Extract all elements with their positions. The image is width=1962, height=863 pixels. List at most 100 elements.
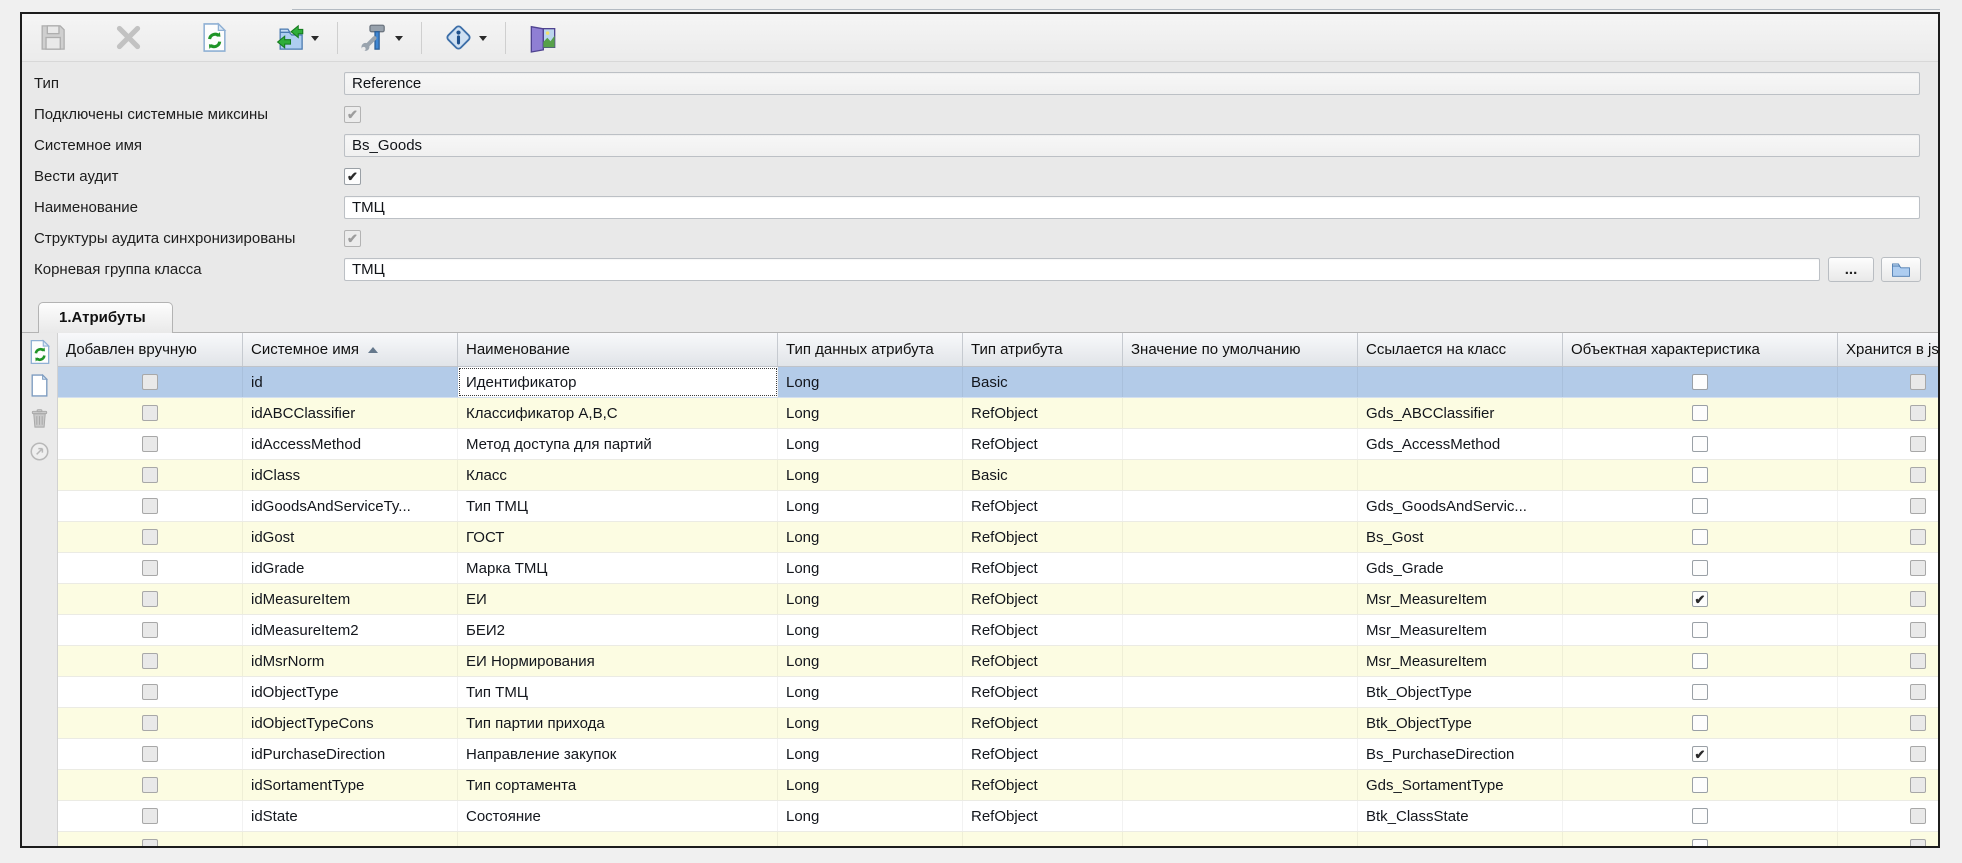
- stored-json-checkbox[interactable]: [1910, 839, 1926, 846]
- cell-default-value[interactable]: [1123, 398, 1358, 428]
- cell-object-char[interactable]: [1563, 398, 1838, 428]
- object-char-checkbox[interactable]: [1692, 684, 1708, 700]
- cell-attr-type[interactable]: RefObject: [963, 708, 1123, 738]
- manual-checkbox[interactable]: [142, 405, 158, 421]
- cell-data-type[interactable]: Long: [778, 429, 963, 459]
- cell-stored-json[interactable]: [1838, 677, 1938, 707]
- stored-json-checkbox[interactable]: [1910, 622, 1926, 638]
- cell-system-name[interactable]: id: [243, 367, 458, 397]
- object-char-checkbox[interactable]: [1692, 436, 1708, 452]
- column-header-5[interactable]: Значение по умолчанию: [1123, 333, 1358, 366]
- cell-manual[interactable]: [58, 801, 243, 831]
- object-char-checkbox[interactable]: [1692, 529, 1708, 545]
- cell-data-type[interactable]: Long: [778, 646, 963, 676]
- cell-data-type[interactable]: Long: [778, 770, 963, 800]
- object-char-checkbox[interactable]: [1692, 405, 1708, 421]
- cell-attr-type[interactable]: RefObject: [963, 491, 1123, 521]
- cell-ref-class[interactable]: [1358, 832, 1563, 846]
- object-char-checkbox[interactable]: [1692, 653, 1708, 669]
- cell-default-value[interactable]: [1123, 615, 1358, 645]
- object-char-checkbox[interactable]: [1692, 467, 1708, 483]
- cell-manual[interactable]: [58, 460, 243, 490]
- cell-name[interactable]: ГОСТ: [458, 522, 778, 552]
- cell-stored-json[interactable]: [1838, 832, 1938, 846]
- cell-stored-json[interactable]: [1838, 553, 1938, 583]
- cell-system-name[interactable]: idGrade: [243, 553, 458, 583]
- object-char-checkbox[interactable]: [1692, 808, 1708, 824]
- cell-default-value[interactable]: [1123, 646, 1358, 676]
- system-name-field[interactable]: Bs_Goods: [344, 134, 1920, 157]
- stored-json-checkbox[interactable]: [1910, 529, 1926, 545]
- cell-name[interactable]: Тип ТМЦ: [458, 677, 778, 707]
- grid-open-button[interactable]: [26, 436, 54, 466]
- cell-name[interactable]: ЕИ: [458, 584, 778, 614]
- cell-system-name[interactable]: idObjectTypeCons: [243, 708, 458, 738]
- stored-json-checkbox[interactable]: [1910, 808, 1926, 824]
- cell-ref-class[interactable]: [1358, 367, 1563, 397]
- manual-checkbox[interactable]: [142, 560, 158, 576]
- cell-data-type[interactable]: Long: [778, 708, 963, 738]
- column-header-4[interactable]: Тип атрибута: [963, 333, 1123, 366]
- column-header-3[interactable]: Тип данных атрибута: [778, 333, 963, 366]
- cell-name[interactable]: Класс: [458, 460, 778, 490]
- cell-manual[interactable]: [58, 770, 243, 800]
- cell-object-char[interactable]: [1563, 770, 1838, 800]
- cell-stored-json[interactable]: [1838, 739, 1938, 769]
- table-row[interactable]: idИдентификаторLongBasic: [58, 367, 1938, 398]
- audit-checkbox[interactable]: [344, 168, 361, 185]
- cell-stored-json[interactable]: [1838, 522, 1938, 552]
- stored-json-checkbox[interactable]: [1910, 467, 1926, 483]
- cell-object-char[interactable]: [1563, 708, 1838, 738]
- export-dropdown-arrow[interactable]: [311, 36, 319, 45]
- cell-default-value[interactable]: [1123, 429, 1358, 459]
- manual-checkbox[interactable]: [142, 622, 158, 638]
- cell-object-char[interactable]: [1563, 739, 1838, 769]
- table-row[interactable]: idStateСостояниеLongRefObjectBtk_ClassSt…: [58, 801, 1938, 832]
- cell-system-name[interactable]: idPurchaseDirection: [243, 739, 458, 769]
- cell-default-value[interactable]: [1123, 553, 1358, 583]
- column-header-1[interactable]: Системное имя: [243, 333, 458, 366]
- exit-button[interactable]: [524, 20, 560, 56]
- cell-name[interactable]: Направление закупок: [458, 739, 778, 769]
- cell-attr-type[interactable]: RefObject: [963, 677, 1123, 707]
- tools-dropdown-arrow[interactable]: [395, 36, 403, 45]
- cell-stored-json[interactable]: [1838, 646, 1938, 676]
- cell-attr-type[interactable]: RefObject: [963, 522, 1123, 552]
- cell-manual[interactable]: [58, 398, 243, 428]
- cell-ref-class[interactable]: Btk_ObjectType: [1358, 677, 1563, 707]
- cell-manual[interactable]: [58, 553, 243, 583]
- cell-system-name[interactable]: idMeasureItem: [243, 584, 458, 614]
- cell-attr-type[interactable]: RefObject: [963, 646, 1123, 676]
- cell-manual[interactable]: [58, 584, 243, 614]
- cell-attr-type[interactable]: RefObject: [963, 770, 1123, 800]
- grid-delete-button[interactable]: [26, 403, 54, 433]
- table-row[interactable]: idObjectTypeConsТип партии приходаLongRe…: [58, 708, 1938, 739]
- info-button[interactable]: [440, 20, 476, 56]
- table-row[interactable]: idMeasureItemЕИLongRefObjectMsr_MeasureI…: [58, 584, 1938, 615]
- stored-json-checkbox[interactable]: [1910, 746, 1926, 762]
- cell-ref-class[interactable]: Btk_ObjectType: [1358, 708, 1563, 738]
- cell-ref-class[interactable]: Bs_Gost: [1358, 522, 1563, 552]
- stored-json-checkbox[interactable]: [1910, 436, 1926, 452]
- cell-data-type[interactable]: Long: [778, 801, 963, 831]
- cell-name[interactable]: Метод доступа для партий: [458, 429, 778, 459]
- cell-default-value[interactable]: [1123, 739, 1358, 769]
- cell-default-value[interactable]: [1123, 801, 1358, 831]
- stored-json-checkbox[interactable]: [1910, 405, 1926, 421]
- cell-name[interactable]: БЕИ2: [458, 615, 778, 645]
- cell-manual[interactable]: [58, 429, 243, 459]
- cell-default-value[interactable]: [1123, 770, 1358, 800]
- cell-attr-type[interactable]: Basic: [963, 367, 1123, 397]
- table-row[interactable]: idClassКлассLongBasic: [58, 460, 1938, 491]
- cell-system-name[interactable]: [243, 832, 458, 846]
- cell-ref-class[interactable]: Bs_PurchaseDirection: [1358, 739, 1563, 769]
- cell-name[interactable]: Тип сортамента: [458, 770, 778, 800]
- column-header-6[interactable]: Ссылается на класс: [1358, 333, 1563, 366]
- cell-data-type[interactable]: Long: [778, 491, 963, 521]
- table-row[interactable]: idGostГОСТLongRefObjectBs_Gost: [58, 522, 1938, 553]
- export-button[interactable]: [272, 20, 308, 56]
- save-button[interactable]: [34, 20, 70, 56]
- cell-object-char[interactable]: [1563, 677, 1838, 707]
- cell-ref-class[interactable]: Btk_ClassState: [1358, 801, 1563, 831]
- cell-default-value[interactable]: [1123, 522, 1358, 552]
